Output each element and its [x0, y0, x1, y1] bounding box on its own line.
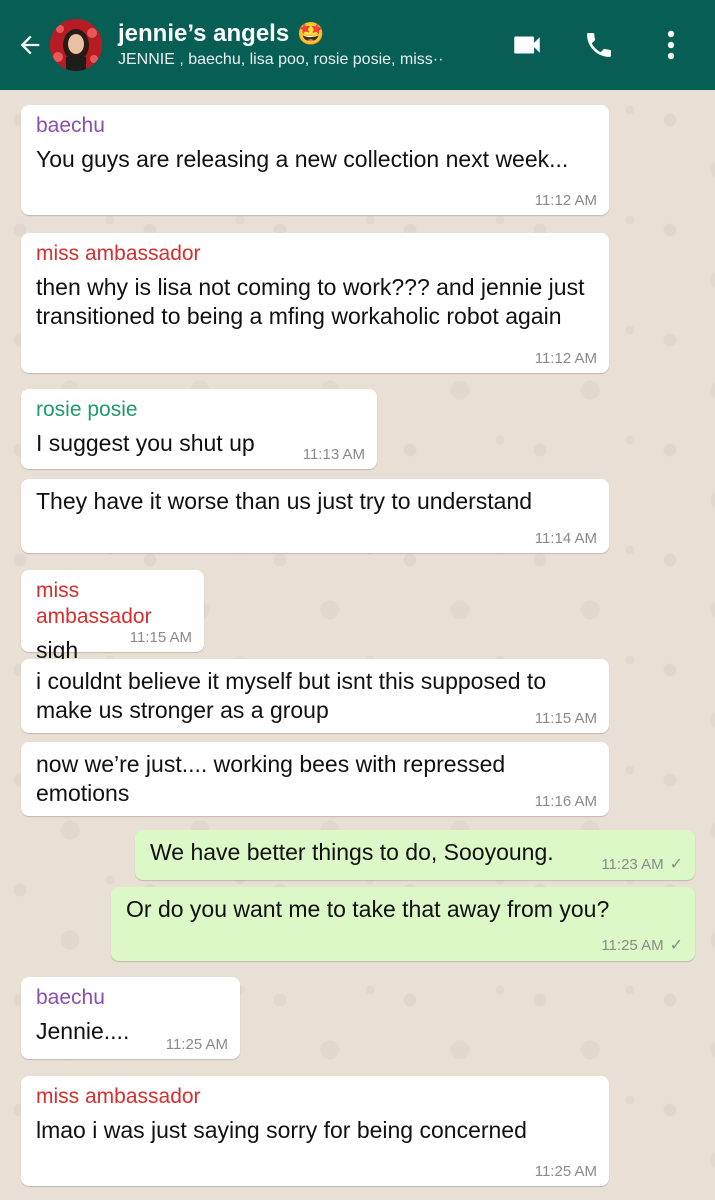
- chat-area[interactable]: baechu You guys are releasing a new coll…: [0, 90, 715, 1200]
- sender-name: baechu: [36, 114, 105, 137]
- message-time: 11:15 AM: [534, 710, 597, 727]
- message-time: 11:25 AM: [165, 1036, 228, 1053]
- back-arrow-icon[interactable]: [10, 25, 50, 65]
- message-text: We have better things to do, Sooyoung.: [150, 839, 554, 865]
- message-text: Or do you want me to take that away from…: [126, 896, 610, 922]
- group-members: JENNIE , baechu, lisa poo, rosie posie, …: [118, 51, 444, 68]
- sender-name: miss ambassador: [36, 1085, 201, 1108]
- message-bubble[interactable]: They have it worse than us just try to u…: [21, 479, 609, 553]
- message-bubble[interactable]: miss ambassador then why is lisa not com…: [21, 233, 609, 373]
- sender-name: rosie posie: [36, 398, 138, 421]
- group-name: jennie’s angels: [118, 20, 290, 47]
- message-text: They have it worse than us just try to u…: [36, 488, 533, 514]
- chat-header: jennie’s angels 🤩 JENNIE , baechu, lisa …: [0, 0, 715, 90]
- star-struck-emoji: 🤩: [297, 21, 325, 46]
- message-text: then why is lisa not coming to work??? a…: [36, 274, 585, 329]
- message-bubble[interactable]: miss ambassador sigh 11:15 AM: [21, 570, 204, 663]
- message-text: You guys are releasing a new collection …: [36, 146, 569, 172]
- message-bubble[interactable]: i couldnt believe it myself but isnt thi…: [21, 659, 609, 733]
- message-time-row: 11:23 AM ✓: [601, 854, 683, 874]
- message-time: 11:13 AM: [302, 446, 365, 463]
- group-title[interactable]: jennie’s angels 🤩: [118, 19, 509, 49]
- sent-check-icon: ✓: [669, 937, 683, 954]
- message-time: 11:25 AM: [601, 936, 664, 954]
- more-vert-icon[interactable]: [653, 27, 689, 63]
- message-time-row: 11:25 AM ✓: [601, 935, 683, 955]
- sender-name: miss ambassador: [36, 242, 201, 265]
- message-bubble[interactable]: baechu You guys are releasing a new coll…: [21, 105, 609, 215]
- sent-check-icon: ✓: [669, 856, 683, 873]
- message-time: 11:25 AM: [534, 1163, 597, 1180]
- message-time: 11:23 AM: [601, 855, 664, 873]
- phone-icon[interactable]: [581, 27, 617, 63]
- message-text: now we’re just.... working bees with rep…: [36, 751, 506, 806]
- message-time: 11:16 AM: [534, 793, 597, 810]
- message-time: 11:12 AM: [534, 192, 597, 209]
- message-bubble[interactable]: miss ambassador lmao i was just saying s…: [21, 1076, 609, 1186]
- sender-name: miss ambassador: [36, 579, 152, 628]
- message-text: i couldnt believe it myself but isnt thi…: [36, 668, 547, 723]
- message-text: lmao i was just saying sorry for being c…: [36, 1117, 527, 1143]
- message-time: 11:14 AM: [534, 530, 597, 547]
- video-call-icon[interactable]: [509, 27, 545, 63]
- outgoing-message-bubble[interactable]: Or do you want me to take that away from…: [111, 887, 695, 961]
- message-bubble[interactable]: rosie posie I suggest you shut up 11:13 …: [21, 389, 377, 469]
- message-time: 11:12 AM: [534, 350, 597, 367]
- message-time: 11:15 AM: [129, 629, 192, 646]
- sender-name: baechu: [36, 986, 105, 1009]
- avatar[interactable]: [50, 19, 102, 71]
- outgoing-message-bubble[interactable]: We have better things to do, Sooyoung. 1…: [135, 830, 695, 880]
- message-bubble[interactable]: now we’re just.... working bees with rep…: [21, 742, 609, 816]
- message-bubble[interactable]: baechu Jennie.... 11:25 AM: [21, 977, 240, 1059]
